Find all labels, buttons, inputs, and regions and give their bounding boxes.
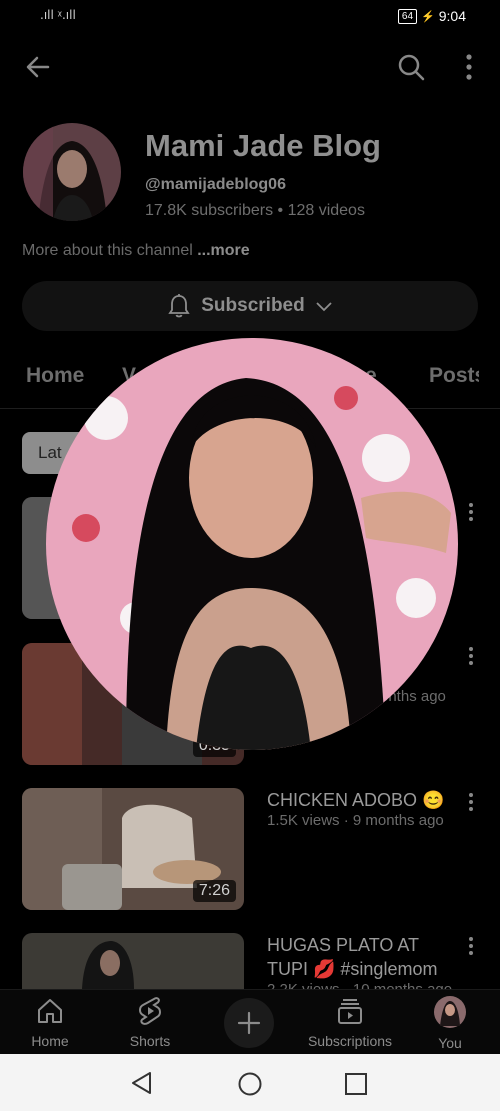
triangle-back-icon[interactable] (130, 1071, 154, 1095)
create-button[interactable] (224, 998, 274, 1048)
about-text: More about this channel (22, 242, 198, 259)
search-icon (398, 54, 425, 81)
channel-avatar[interactable] (23, 123, 121, 221)
channel-about-link[interactable]: More about this channel ...more (22, 242, 250, 260)
nav-shorts-label: Shorts (129, 1033, 171, 1049)
video-menu-button[interactable] (468, 936, 488, 956)
tab-posts[interactable]: Posts (429, 364, 479, 388)
video-title[interactable]: CHICKEN ADOBO 😊 (267, 788, 457, 812)
channel-stats: 17.8K subscribers • 128 videos (145, 202, 365, 220)
video-meta: 1.5K views · 9 months ago (267, 812, 444, 829)
arrow-left-icon (26, 56, 50, 78)
clock: 9:04 (438, 8, 466, 24)
plus-icon (237, 1011, 261, 1035)
subscriptions-icon (338, 999, 362, 1024)
system-navigation-bar (0, 1054, 500, 1111)
more-vertical-icon (469, 793, 473, 811)
bell-icon (168, 294, 190, 318)
status-right: 64 ⚡ 9:04 (397, 8, 466, 24)
app-header (0, 34, 500, 100)
video-thumbnail[interactable] (22, 933, 244, 989)
more-vertical-icon (469, 647, 473, 665)
home-icon (38, 999, 62, 1023)
video-count: 128 videos (287, 202, 365, 219)
shorts-icon (139, 997, 161, 1025)
channel-handle: @mamijadeblog06 (145, 176, 286, 193)
charging-icon: ⚡ (421, 10, 435, 23)
avatar-photo (23, 123, 121, 221)
video-menu-button[interactable] (468, 646, 488, 666)
more-vertical-icon (469, 503, 473, 521)
video-duration: 7:26 (192, 880, 236, 902)
status-bar: .ıll ᵡ.ıll 64 ⚡ 9:04 (0, 0, 500, 34)
signal-icon: .ıll ᵡ.ıll (40, 8, 76, 22)
about-more: ...more (197, 242, 250, 259)
square-recents-icon[interactable] (344, 1072, 368, 1096)
video-menu-button[interactable] (468, 502, 488, 522)
nav-you-label: You (438, 1035, 462, 1051)
nav-you[interactable]: You (405, 996, 495, 1051)
video-menu-button[interactable] (468, 792, 488, 812)
channel-name: Mami Jade Blog (145, 128, 381, 163)
enlarged-avatar-photo (46, 338, 458, 750)
subscribed-button[interactable]: Subscribed (22, 281, 478, 331)
nav-shorts[interactable]: Shorts (105, 996, 195, 1049)
video-thumbnail[interactable]: 7:26 (22, 788, 244, 910)
more-vertical-icon (469, 937, 473, 955)
subscriber-count: 17.8K subscribers (145, 202, 274, 219)
video-meta: 2.2K views · 10 months ago (267, 981, 452, 989)
bottom-navigation: Home Shorts Subscriptions You (0, 989, 500, 1055)
back-button[interactable] (18, 47, 58, 87)
chevron-down-icon (316, 302, 332, 312)
thumbnail-image (22, 933, 244, 989)
nav-home[interactable]: Home (5, 996, 95, 1049)
more-options-button[interactable] (449, 47, 489, 87)
more-vertical-icon (466, 54, 472, 80)
tab-home[interactable]: Home (26, 364, 84, 388)
battery-icon: 64 (397, 8, 418, 24)
video-title[interactable]: HUGAS PLATO AT TUPI 💋 #singlemom (267, 933, 457, 981)
stats-separator: • (273, 202, 288, 219)
circle-home-icon[interactable] (237, 1071, 263, 1097)
subscribed-label: Subscribed (201, 295, 305, 316)
avatar-icon (434, 996, 466, 1028)
enlarged-avatar-overlay[interactable] (46, 338, 458, 750)
search-button[interactable] (391, 47, 431, 87)
nav-home-label: Home (31, 1033, 69, 1049)
nav-subscriptions-label: Subscriptions (307, 1033, 393, 1049)
nav-subscriptions[interactable]: Subscriptions (305, 996, 395, 1049)
